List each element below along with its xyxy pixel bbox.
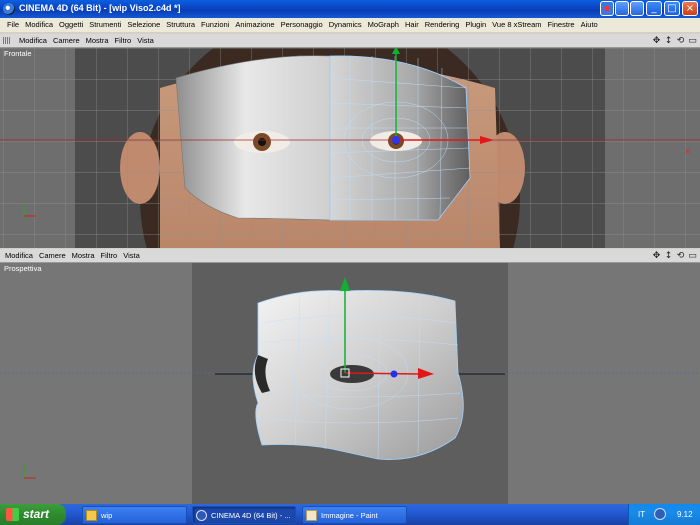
drag-grip-icon[interactable] [3,37,10,44]
viewport-label-prospettiva: Prospettiva [4,264,42,273]
menu-struttura[interactable]: Struttura [163,18,198,32]
start-button[interactable]: start [0,504,66,525]
window-title: CINEMA 4D (64 Bit) - [wip Viso2.c4d *] [19,3,181,13]
vp-menu-modifica[interactable]: Modifica [16,34,50,48]
menu-aiuto[interactable]: Aiuto [578,18,601,32]
front-viewport-menu: Modifica Camere Mostra Filtro Vista [16,34,157,48]
vp-menu-modifica[interactable]: Modifica [2,249,36,263]
system-tray: IT 9.12 [628,504,700,525]
vp-menu-filtro[interactable]: Filtro [112,34,135,48]
vp-menu-filtro[interactable]: Filtro [98,249,121,263]
move-icon[interactable]: ✥ [652,250,661,262]
layout-icon[interactable] [615,1,629,16]
cinema4d-app-icon[interactable] [3,3,15,15]
menu-dynamics[interactable]: Dynamics [326,18,365,32]
window-controls: _ □ × [646,1,698,16]
menu-bar: File Modifica Oggetti Strumenti Selezion… [0,18,700,32]
task-label: CINEMA 4D (64 Bit) - ... [211,511,291,520]
title-bar: CINEMA 4D (64 Bit) - [wip Viso2.c4d *] _… [0,0,700,18]
front-viewport[interactable]: × Frontale [0,48,700,248]
minimize-button[interactable]: _ [646,1,662,16]
maximize-button[interactable]: □ [664,1,680,16]
tray-app-icon[interactable] [654,508,666,520]
viewport-label-frontale: Frontale [4,49,32,58]
rotate-icon[interactable]: ⟲ [676,250,685,262]
extra-window-buttons [600,1,644,16]
windows-logo-icon [6,508,19,521]
record-icon[interactable] [600,1,614,16]
maximize-icon[interactable]: ▭ [688,35,697,47]
menu-file[interactable]: File [4,18,22,32]
perspective-viewport-canvas[interactable] [0,263,700,504]
folder-icon [86,510,97,521]
maximize-icon[interactable]: ▭ [688,250,697,262]
zoom-icon[interactable]: ↕ [664,250,673,262]
clock[interactable]: 9.12 [677,510,693,519]
vp-menu-vista[interactable]: Vista [120,249,143,263]
menu-strumenti[interactable]: Strumenti [86,18,124,32]
task-paint[interactable]: Immagine - Paint [302,506,407,524]
vp-menu-mostra[interactable]: Mostra [83,34,112,48]
taskbar: start wip CINEMA 4D (64 Bit) - ... Immag… [0,504,700,525]
menu-vue-xstream[interactable]: Vue 8 xStream [489,18,544,32]
menu-selezione[interactable]: Selezione [124,18,163,32]
perspective-viewport-menu: Modifica Camere Mostra Filtro Vista [2,249,143,263]
vp-menu-vista[interactable]: Vista [134,34,157,48]
close-button[interactable]: × [682,1,698,16]
language-indicator[interactable]: IT [638,510,645,519]
vp-menu-mostra[interactable]: Mostra [69,249,98,263]
menu-funzioni[interactable]: Funzioni [198,18,232,32]
menu-oggetti[interactable]: Oggetti [56,18,86,32]
svg-text:×: × [684,147,692,157]
move-icon[interactable]: ✥ [652,35,661,47]
zoom-icon[interactable]: ↕ [664,35,673,47]
menu-finestre[interactable]: Finestre [545,18,578,32]
task-wip[interactable]: wip [82,506,187,524]
start-label: start [23,507,50,521]
paint-icon [306,510,317,521]
perspective-viewport-header: Modifica Camere Mostra Filtro Vista ✥ ↕ … [0,249,700,263]
menu-rendering[interactable]: Rendering [422,18,463,32]
front-viewport-nav: ✥ ↕ ⟲ ▭ [652,35,697,47]
cinema4d-icon [196,510,207,521]
task-label: Immagine - Paint [321,511,378,520]
menu-animazione[interactable]: Animazione [232,18,277,32]
rotate-icon[interactable]: ⟲ [676,35,685,47]
task-label: wip [101,511,113,520]
menu-modifica[interactable]: Modifica [22,18,56,32]
perspective-viewport-nav: ✥ ↕ ⟲ ▭ [652,250,697,262]
perspective-viewport[interactable]: Prospettiva [0,263,700,504]
tray-icon[interactable] [630,1,644,16]
menu-plugin[interactable]: Plugin [462,18,489,32]
front-viewport-header: Modifica Camere Mostra Filtro Vista ✥ ↕ … [0,34,700,48]
vp-menu-camere[interactable]: Camere [50,34,83,48]
menu-mograph[interactable]: MoGraph [365,18,402,32]
menu-personaggio[interactable]: Personaggio [278,18,326,32]
front-viewport-canvas[interactable]: × [0,48,700,248]
menu-hair[interactable]: Hair [402,18,422,32]
task-cinema4d[interactable]: CINEMA 4D (64 Bit) - ... [192,506,296,524]
vp-menu-camere[interactable]: Camere [36,249,69,263]
